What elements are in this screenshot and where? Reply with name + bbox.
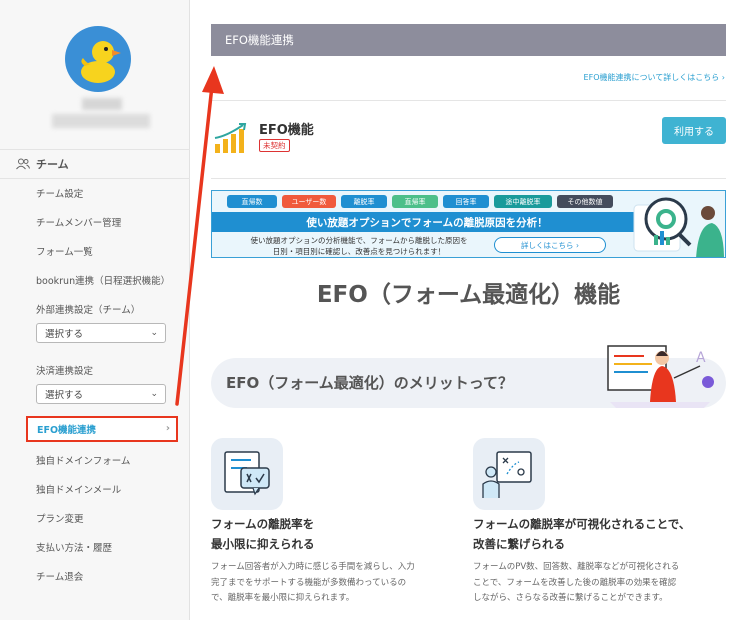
banner-text: 使い放題オプションの分析機能で、フォームから離脱した原因を 日別・項目別に確認し…	[250, 236, 468, 256]
sidebar: チーム チーム設定 チームメンバー管理 フォーム一覧 bookrun連携（日程選…	[0, 0, 190, 620]
sidebar-item-payment-integration: 決済連携設定	[36, 366, 94, 377]
divider	[211, 100, 726, 101]
tag-other-values: その他数値	[557, 195, 613, 208]
sidebar-item-team-members[interactable]: チームメンバー管理	[36, 215, 121, 229]
sidebar-item-payment-history[interactable]: 支払い方法・履歴	[36, 540, 112, 554]
sidebar-item-bookrun[interactable]: bookrun連携（日程選択機能）	[36, 273, 170, 287]
feature-1-title: フォームの離脱率を 最小限に抑えられる	[211, 517, 315, 551]
payment-select-value: 選択する	[45, 390, 84, 401]
team-section-header[interactable]: チーム	[0, 149, 190, 179]
strategy-board-icon	[473, 438, 545, 510]
svg-text:A: A	[696, 350, 706, 366]
chart-growth-icon	[213, 122, 253, 154]
merit-title: EFO（フォーム最適化）のメリットって？	[226, 374, 514, 392]
presenter-illustration: A	[607, 345, 714, 408]
sidebar-item-team-leave[interactable]: チーム退会	[36, 569, 83, 583]
team-label: チーム	[36, 158, 69, 171]
tag-answer-rate: 回答率	[443, 195, 489, 208]
efo-detail-link[interactable]: EFO機能連携について詳しくはこちら ›	[584, 72, 725, 83]
tag-bounce-count: 直帰数	[227, 195, 277, 208]
chevron-right-icon: ›	[165, 423, 170, 434]
use-button[interactable]: 利用する	[662, 117, 726, 144]
tag-midway-exit-rate: 途中離脱率	[494, 195, 552, 208]
duck-icon	[81, 41, 121, 83]
sidebar-item-efo[interactable]: EFO機能連携 ›	[26, 416, 178, 442]
payment-integration-select[interactable]: 選択する ⌄	[36, 384, 166, 404]
tag-user-count: ユーザー数	[282, 195, 336, 208]
user-name-blurred	[52, 98, 150, 130]
efo-main-title: EFO（フォーム最適化）機能	[316, 282, 621, 308]
efo-feature-title: EFO機能	[259, 123, 314, 138]
sidebar-item-custom-domain-mail[interactable]: 独自ドメインメール	[36, 482, 121, 496]
metric-tags: 直帰数 ユーザー数 離脱率 直帰率 回答率 途中離脱率 その他数値	[227, 195, 613, 208]
sidebar-item-team-settings[interactable]: チーム設定	[36, 186, 83, 200]
tag-bounce-rate: 直帰率	[392, 195, 438, 208]
feature-1-description: フォーム回答者が入力時に感じる手間を減らし、入力 完了までをサポートする機能が多…	[211, 562, 415, 603]
avatar[interactable]	[65, 26, 131, 92]
external-select-value: 選択する	[45, 329, 84, 340]
chevron-right-icon: ›	[575, 240, 579, 250]
page-title: EFO機能連携	[225, 33, 294, 47]
sidebar-item-external-integration: 外部連携設定（チーム）	[36, 305, 141, 316]
tag-exit-rate: 離脱率	[341, 195, 387, 208]
feature-2-title: フォームの離脱率が可視化されることで、 改善に繋げられる	[473, 517, 691, 551]
users-icon	[16, 158, 30, 170]
chevron-right-icon: ›	[721, 73, 725, 82]
promo-banner[interactable]: 直帰数 ユーザー数 離脱率 直帰率 回答率 途中離脱率 その他数値 使い放題オプ…	[211, 190, 726, 258]
feature-2-description: フォームのPV数、回答数、離脱率などが可視化される ことで、フォームを改善した後…	[473, 562, 680, 603]
banner-detail-button[interactable]: 詳しくはこちら ›	[494, 237, 606, 253]
page-title-bar: EFO機能連携	[211, 24, 726, 56]
banner-headline: 使い放題オプションでフォームの離脱原因を分析！	[212, 212, 642, 232]
sidebar-item-efo-label: EFO機能連携	[37, 425, 97, 436]
sidebar-item-form-list[interactable]: フォーム一覧	[36, 244, 93, 258]
form-check-icon	[211, 438, 283, 510]
analyst-illustration	[633, 197, 724, 257]
sidebar-item-plan-change[interactable]: プラン変更	[36, 511, 84, 525]
status-badge: 未契約	[259, 139, 290, 152]
external-integration-select[interactable]: 選択する ⌄	[36, 323, 166, 343]
divider	[211, 178, 726, 179]
sidebar-item-custom-domain-form[interactable]: 独自ドメインフォーム	[36, 453, 130, 467]
chevron-down-icon: ⌄	[150, 328, 158, 338]
chevron-down-icon: ⌄	[150, 389, 158, 399]
